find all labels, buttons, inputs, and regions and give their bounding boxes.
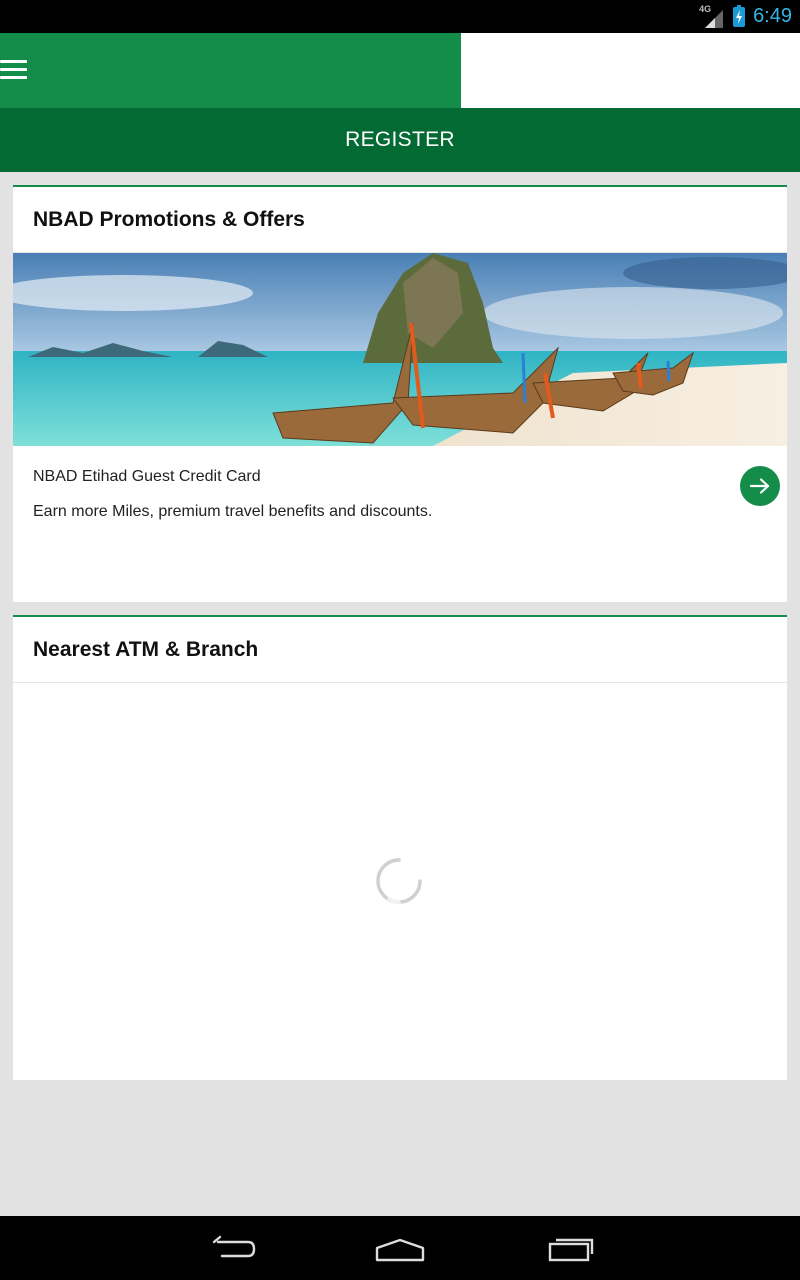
- hamburger-menu-icon[interactable]: [0, 60, 27, 80]
- arrow-right-icon[interactable]: [740, 466, 780, 506]
- home-icon[interactable]: [370, 1232, 430, 1264]
- network-type-label: 4G: [699, 3, 712, 14]
- promo-banner-image[interactable]: [13, 253, 787, 446]
- status-indicators: 4G 6:49: [699, 0, 792, 33]
- signal-icon: 4G: [699, 3, 725, 28]
- battery-charging-icon: [733, 4, 746, 27]
- register-button[interactable]: REGISTER: [0, 108, 800, 172]
- header-brand-bar: [0, 33, 461, 108]
- clock: 6:49: [753, 5, 792, 27]
- loading-spinner-icon: [375, 857, 423, 905]
- register-label: REGISTER: [345, 128, 455, 151]
- promo-name: NBAD Etihad Guest Credit Card: [33, 468, 261, 485]
- status-bar: 4G 6:49: [0, 0, 800, 33]
- promo-details: NBAD Etihad Guest Credit Card Earn more …: [13, 446, 787, 521]
- promotions-title: NBAD Promotions & Offers: [13, 187, 787, 253]
- atm-branch-card: Nearest ATM & Branch: [13, 615, 787, 1080]
- promo-description: Earn more Miles, premium travel benefits…: [33, 503, 433, 520]
- back-icon[interactable]: [200, 1232, 260, 1264]
- atm-title: Nearest ATM & Branch: [13, 617, 787, 683]
- promotions-card: NBAD Promotions & Offers NBAD Etihad Gue…: [13, 185, 787, 602]
- recent-apps-icon[interactable]: [540, 1232, 600, 1264]
- app-header: [0, 33, 800, 108]
- system-nav-bar: [0, 1216, 800, 1280]
